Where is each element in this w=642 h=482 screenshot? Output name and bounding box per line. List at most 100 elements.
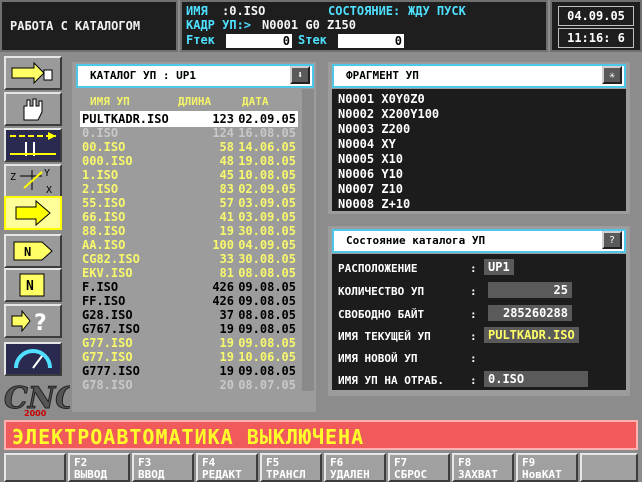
colon: : xyxy=(470,285,477,298)
frame-value: N0001 G0 Z150 xyxy=(262,18,356,32)
gauge-button[interactable] xyxy=(4,342,62,376)
status-panel: ИМЯ :0.ISO СОСТОЯНИЕ: ЖДУ ПУСК КАДР УП:>… xyxy=(180,0,548,52)
catalog-state-help-button[interactable]: ? xyxy=(602,231,622,249)
fkey-label: ВЫВОД xyxy=(74,468,108,481)
fragment-line: N0004 XY xyxy=(338,137,396,151)
fragment-line: N0003 Z200 xyxy=(338,122,411,136)
fragment-line: N0008 Z+10 xyxy=(338,197,411,211)
question-icon: ? xyxy=(608,235,616,246)
fkey-1[interactable] xyxy=(4,453,66,482)
fkey-label: ТРАНСЛ xyxy=(266,468,306,481)
proc-value: 0.ISO xyxy=(484,371,588,387)
mode-title-panel: РАБОТА С КАТАЛОГОМ xyxy=(0,0,178,52)
location-label: РАСПОЛОЖЕНИЕ xyxy=(338,262,418,275)
svg-text:N: N xyxy=(24,245,31,259)
arrow-right-icon xyxy=(15,199,51,227)
fkey-label: НовКАТ xyxy=(522,468,562,481)
catalog-list[interactable]: ИМЯ УП ДЛИНА ДАТА PULTKADR.ISO 123 02.09.0… xyxy=(78,89,302,391)
current-value: PULTKADR.ISO xyxy=(484,327,579,343)
help-button[interactable]: ? xyxy=(4,304,62,338)
colon: : xyxy=(470,330,477,343)
stek-label: Sтек xyxy=(298,33,327,47)
fkey-f8-capture[interactable]: F8 ЗАХВАТ xyxy=(452,453,514,482)
catalog-scrollbar[interactable] xyxy=(302,89,314,391)
svg-text:?: ? xyxy=(34,311,47,336)
auto-mode-button[interactable] xyxy=(4,196,62,230)
cnc-logo: CNC 2000 xyxy=(4,381,71,419)
fkey-f3-input[interactable]: F3 ВВОД xyxy=(132,453,194,482)
row-length: 20 xyxy=(219,378,234,391)
axes-button[interactable]: Z Y X xyxy=(4,164,62,198)
svg-text:2000: 2000 xyxy=(24,409,47,418)
block-search-button[interactable]: N xyxy=(4,268,62,302)
name-value: :0.ISO xyxy=(222,4,266,18)
frame-label: КАДР УП:> xyxy=(186,18,252,32)
status-value: ЖДУ ПУСК xyxy=(408,4,466,18)
free-label: СВОБОДНО БАЙТ xyxy=(338,308,425,321)
row-name: G78.ISO xyxy=(82,378,133,391)
catalog-title-bar: КАТАЛОГ УП : UP1 xyxy=(76,64,314,88)
row-date: 08.07.05 xyxy=(238,378,296,391)
fkey-f9-new-catalog[interactable]: F9 НовКАТ xyxy=(516,453,578,482)
fkey-label: СБРОС xyxy=(394,468,428,481)
catalog-state-body: РАСПОЛОЖЕНИЕ : UP1 КОЛИЧЕСТВО УП : 25 СВ… xyxy=(332,254,626,390)
fkey-10[interactable] xyxy=(580,453,638,482)
colon: : xyxy=(470,308,477,321)
new-value xyxy=(484,349,492,365)
catalog-row[interactable]: G78.ISO 20 08.07.05 xyxy=(80,377,298,391)
single-block-button[interactable]: N xyxy=(4,234,62,268)
proc-label: ИМЯ УП НА ОТРАБ. xyxy=(338,374,444,387)
time-display: 11:16: 6 xyxy=(558,28,634,48)
status-label: СОСТОЯНИЕ: xyxy=(328,4,401,18)
catalog-title: КАТАЛОГ УП : UP1 xyxy=(90,69,196,82)
feed-button[interactable] xyxy=(4,128,62,162)
location-value: UP1 xyxy=(484,259,514,275)
free-value: 285260288 xyxy=(488,305,572,321)
fkey-f6-delete[interactable]: F6 УДАЛЕН xyxy=(324,453,386,482)
fragment-title-bar: ФРАГМЕНТ УП xyxy=(332,64,626,88)
fragment-title: ФРАГМЕНТ УП xyxy=(346,69,419,82)
fkey-f7-reset[interactable]: F7 СБРОС xyxy=(388,453,450,482)
fkey-label: ВВОД xyxy=(138,468,165,481)
fragment-line: N0001 X0Y0Z0 xyxy=(338,92,425,106)
load-arrow-icon xyxy=(11,61,53,85)
message-text: ЭЛЕКТРОАВТОМАТИКА ВЫКЛЮЧЕНА xyxy=(12,425,365,449)
colon: : xyxy=(470,374,477,387)
svg-text:Y: Y xyxy=(44,168,50,179)
fkey-f2-output[interactable]: F2 ВЫВОД xyxy=(68,453,130,482)
fragment-line: N0005 X10 xyxy=(338,152,404,166)
help-icon: ? xyxy=(11,309,47,336)
catalog-down-button[interactable]: ⬇ xyxy=(290,66,310,84)
ftek-label: Fтек xyxy=(186,33,215,47)
svg-text:Z: Z xyxy=(10,172,16,183)
fragment-listing: N0001 X0Y0Z0 N0002 X200Y100 N0003 Z200 N… xyxy=(332,89,626,211)
stek-field: 0 xyxy=(338,34,404,48)
message-bar: ЭЛЕКТРОАВТОМАТИКА ВЫКЛЮЧЕНА xyxy=(4,420,638,450)
date-display: 04.09.05 xyxy=(558,6,634,26)
fragment-options-button[interactable]: ✳ xyxy=(602,66,622,84)
ftek-field: 0 xyxy=(226,34,292,48)
n-arrow-icon: N xyxy=(13,241,53,261)
manual-mode-button[interactable] xyxy=(4,92,62,126)
star-icon: ✳ xyxy=(608,70,616,81)
arrow-down-icon: ⬇ xyxy=(296,70,304,81)
feed-arrows-icon xyxy=(10,132,56,156)
axes-icon: Z Y X xyxy=(10,168,52,196)
fragment-line: N0006 Y10 xyxy=(338,167,404,181)
fkey-f4-edit[interactable]: F4 РЕДАКТ xyxy=(196,453,258,482)
gauge-icon xyxy=(14,349,52,369)
catalog-state-title: Состояние каталога УП xyxy=(346,234,486,247)
fragment-line: N0007 Z10 xyxy=(338,182,404,196)
svg-text:N: N xyxy=(26,279,34,294)
fragment-line: N0002 X200Y100 xyxy=(338,107,440,121)
current-label: ИМЯ ТЕКУЩЕЙ УП xyxy=(338,330,431,343)
n-block-icon: N xyxy=(19,273,45,297)
name-label: ИМЯ xyxy=(186,4,208,18)
svg-text:X: X xyxy=(46,185,52,196)
fkey-f5-translate[interactable]: F5 ТРАНСЛ xyxy=(260,453,322,482)
fkey-label: РЕДАКТ xyxy=(202,468,242,481)
colon: : xyxy=(470,352,477,365)
hand-icon xyxy=(23,98,43,121)
colon: : xyxy=(470,262,477,275)
load-button[interactable] xyxy=(4,56,62,90)
